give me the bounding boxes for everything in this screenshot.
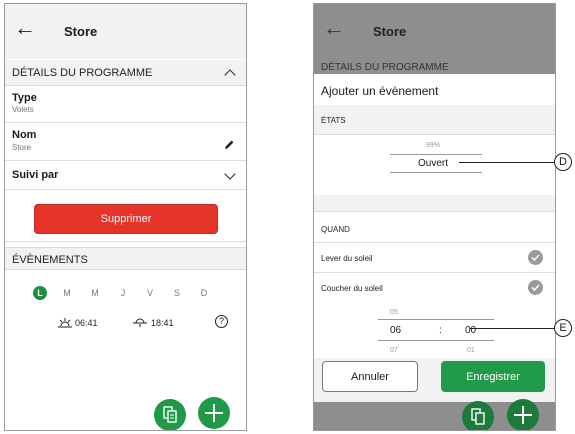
type-value: Volets <box>12 105 34 114</box>
sunset-option-label: Coucher du soleil <box>321 284 383 293</box>
when-header: QUAND <box>314 211 555 243</box>
copy-schedule-button <box>462 401 494 430</box>
back-arrow-icon[interactable]: ← <box>14 17 36 39</box>
option-sunset-row[interactable]: Coucher du soleil <box>314 273 555 303</box>
name-label: Nom <box>12 129 37 141</box>
followed-by-row[interactable]: Suivi par <box>5 161 246 190</box>
check-circle-icon[interactable] <box>528 250 543 265</box>
top-app-bar: ← Store <box>5 4 246 59</box>
name-value: Store <box>12 143 32 152</box>
callout-d-leader <box>459 162 555 163</box>
day-thursday[interactable]: J <box>116 288 130 298</box>
hour-value[interactable]: 06 <box>390 325 401 336</box>
divider <box>5 241 246 242</box>
plus-icon <box>205 404 223 422</box>
dimmed-header: ← Store DÉTAILS DU PROGRAMME <box>314 4 555 73</box>
copy-icon <box>163 406 177 423</box>
type-label: Type <box>12 92 37 104</box>
time-separator: : <box>439 325 442 336</box>
minute-next[interactable]: 01 <box>467 347 475 354</box>
day-friday[interactable]: V <box>143 288 157 298</box>
when-label: QUAND <box>321 225 350 234</box>
page-title: Store <box>64 24 98 39</box>
chevron-up-icon[interactable] <box>224 69 236 81</box>
day-tuesday[interactable]: M <box>60 288 74 298</box>
states-header: ÉTATS <box>314 105 555 135</box>
sunrise-option-label: Lever du soleil <box>321 254 373 263</box>
add-event-button <box>507 399 539 430</box>
callout-e-leader <box>470 328 555 329</box>
plus-icon <box>514 406 532 424</box>
picker-line-bottom <box>390 172 482 173</box>
dialog-footer: Annuler Enregistrer <box>314 358 555 402</box>
save-button[interactable]: Enregistrer <box>441 361 545 392</box>
option-sunrise-row[interactable]: Lever du soleil <box>314 243 555 273</box>
time-line-top <box>378 319 494 320</box>
events-section-header: ÉVÈNEMENTS <box>5 247 246 270</box>
callout-d-marker: D <box>554 153 572 171</box>
page-title: Store <box>373 24 407 39</box>
copy-schedule-button[interactable] <box>154 399 186 430</box>
state-option-percent[interactable]: 99% <box>426 142 440 149</box>
day-saturday[interactable]: S <box>170 288 184 298</box>
copy-icon <box>471 408 485 425</box>
sunrise-time: 06:41 <box>75 318 98 328</box>
sunset-time: 18:41 <box>151 318 174 328</box>
check-circle-icon[interactable] <box>528 280 543 295</box>
sunrise-icon <box>58 318 72 328</box>
hour-prev[interactable]: 05 <box>390 309 398 316</box>
events-section-label: ÉVÈNEMENTS <box>12 254 88 266</box>
hour-next[interactable]: 07 <box>390 347 398 354</box>
add-event-screen: ← Store DÉTAILS DU PROGRAMME Ajouter un … <box>313 3 556 431</box>
states-label: ÉTATS <box>321 116 346 125</box>
day-monday[interactable]: L <box>33 286 47 300</box>
back-arrow-icon: ← <box>323 15 345 40</box>
section-gap <box>314 195 555 211</box>
details-section-header[interactable]: DÉTAILS DU PROGRAMME <box>5 60 246 86</box>
cancel-button[interactable]: Annuler <box>322 361 418 392</box>
time-line-bottom <box>378 340 494 341</box>
help-icon[interactable]: ? <box>215 315 228 328</box>
type-row: Type Volets <box>5 86 246 123</box>
dialog-title: Ajouter un évènement <box>321 84 439 98</box>
store-schedule-screen: ← Store DÉTAILS DU PROGRAMME Type Volets… <box>4 3 247 431</box>
day-sunday[interactable]: D <box>197 288 211 298</box>
details-section-label: DÉTAILS DU PROGRAMME <box>12 67 153 79</box>
day-wednesday[interactable]: M <box>88 288 102 298</box>
callout-e-marker: E <box>554 319 572 337</box>
add-event-button[interactable] <box>198 397 230 429</box>
add-event-dialog: Ajouter un évènement ÉTATS 99% Ouvert QU… <box>314 74 555 358</box>
sunset-icon <box>133 318 147 327</box>
delete-button[interactable]: Supprimer <box>34 204 218 234</box>
picker-line-top <box>390 154 482 155</box>
state-option-selected[interactable]: Ouvert <box>418 158 448 169</box>
details-section-label-dimmed: DÉTAILS DU PROGRAMME <box>321 62 449 73</box>
followed-by-label: Suivi par <box>12 169 59 181</box>
name-row[interactable]: Nom Store <box>5 123 246 161</box>
minute-value[interactable]: 00 <box>465 325 476 336</box>
pencil-icon[interactable] <box>224 139 235 150</box>
chevron-down-icon[interactable] <box>224 168 236 180</box>
